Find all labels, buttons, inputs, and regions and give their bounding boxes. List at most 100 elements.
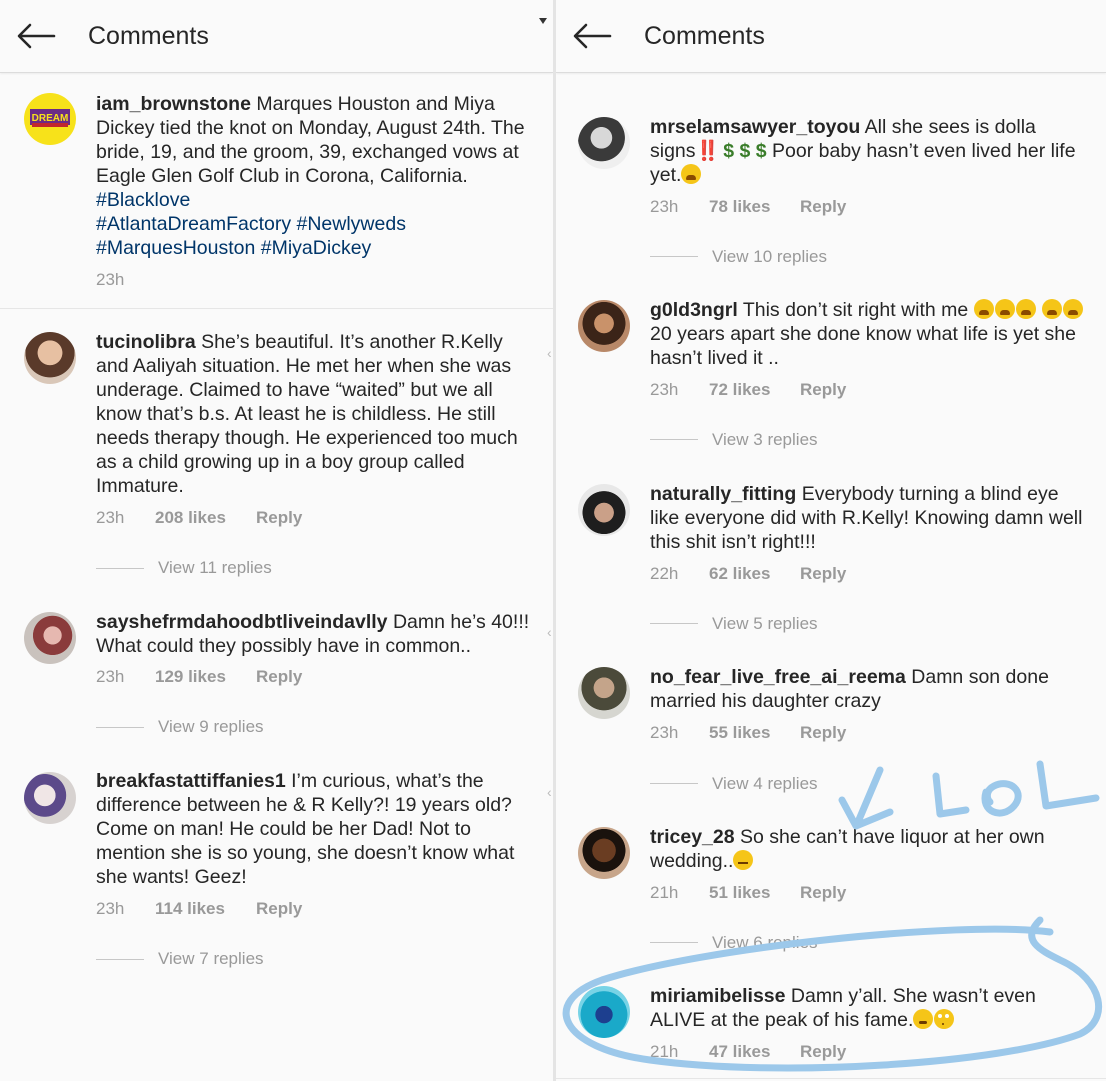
tired-face-emoji [994,299,1015,319]
hashtag-link[interactable]: #MiyaDickey [261,237,372,259]
comment-body: This don’t sit right with me [742,299,969,321]
comment-body-continued: 20 years apart she done know what life i… [650,323,1076,369]
timestamp: 23h [96,508,125,527]
likes-count[interactable]: 208 likes [155,508,226,528]
comment-text: sayshefrmdahoodbtliveindavlly Damn he’s … [96,610,536,658]
view-replies-line [96,568,144,569]
timestamp: 23h [650,723,679,742]
username[interactable]: no_fear_live_free_ai_reema [650,666,906,688]
timestamp: 23h [650,380,679,399]
flushed-face-emoji [934,1009,955,1029]
header-bar: Comments [0,0,553,73]
brand-logo-icon: DREAM [30,109,70,127]
view-replies-button[interactable]: View 5 replies [712,614,818,634]
likes-count[interactable]: 62 likes [709,564,770,584]
view-replies-button[interactable]: View 4 replies [712,774,818,794]
comment-body: She’s beautiful. It’s another R.Kelly an… [96,331,518,497]
like-heart-icon[interactable]: ‹ [547,784,552,800]
reply-button[interactable]: Reply [800,380,846,400]
avatar[interactable] [578,986,630,1038]
avatar[interactable] [578,827,630,879]
avatar[interactable] [24,772,76,824]
view-replies-line [96,727,144,728]
view-replies-line [650,942,698,943]
view-replies-button[interactable]: View 6 replies [712,933,818,953]
hashtag-link[interactable]: #Blacklove [96,189,190,211]
like-heart-icon[interactable]: ‹ [547,345,552,361]
username[interactable]: naturally_fitting [650,483,796,505]
likes-count[interactable]: 51 likes [709,883,770,903]
view-replies-button[interactable]: View 7 replies [158,949,264,969]
comment-text: tricey_28 So she can’t have liquor at he… [650,825,1090,873]
likes-count[interactable]: 72 likes [709,380,770,400]
double-exclamation-emoji: ‼️ [695,140,720,162]
divider [0,308,553,309]
username[interactable]: tucinolibra [96,331,196,353]
tired-face-emoji [1015,299,1036,319]
username[interactable]: tricey_28 [650,826,735,848]
likes-count[interactable]: 55 likes [709,723,770,743]
avatar[interactable] [578,484,630,536]
comment-text: breakfastattiffanies1 I’m curious, what’… [96,769,536,889]
header-bar: Comments [556,0,1106,73]
view-replies-button[interactable]: View 9 replies [158,717,264,737]
username[interactable]: breakfastattiffanies1 [96,770,286,792]
tired-face-emoji [973,299,994,319]
reply-button[interactable]: Reply [800,197,846,217]
reply-button[interactable]: Reply [256,508,302,528]
avatar-logo-text: DREAM [32,113,69,124]
tired-face-emoji [1042,299,1063,319]
hashtag-link[interactable]: #AtlantaDreamFactory [96,213,291,235]
view-replies-line [650,439,698,440]
username[interactable]: miriamibelisse [650,985,786,1007]
timestamp: 22h [650,564,679,583]
likes-count[interactable]: 129 likes [155,667,226,687]
comment-text: tucinolibra She’s beautiful. It’s anothe… [96,330,536,498]
avatar[interactable] [24,332,76,384]
reply-button[interactable]: Reply [256,667,302,687]
username[interactable]: mrselamsawyer_toyou [650,116,860,138]
reply-button[interactable]: Reply [800,564,846,584]
back-arrow-icon[interactable] [572,20,612,52]
likes-count[interactable]: 78 likes [709,197,770,217]
comment-text: mrselamsawyer_toyou All she sees is doll… [650,115,1090,187]
comment-text: miriamibelisse Damn y’all. She wasn’t ev… [650,984,1090,1032]
tired-face-emoji [681,164,702,184]
comment-text: g0ld3ngrl This don’t sit right with me 2… [650,298,1090,370]
comments-panel-right: Comments mrselamsawyer_toyou All she see… [556,0,1106,1081]
timestamp: 21h [650,1042,679,1061]
avatar[interactable] [24,612,76,664]
likes-count[interactable]: 47 likes [709,1042,770,1062]
timestamp: 23h [650,197,679,216]
avatar[interactable] [578,667,630,719]
page-title: Comments [644,22,765,50]
smirking-face-emoji [913,1009,934,1029]
menu-indicator-icon [539,18,547,24]
timestamp: 23h [96,899,125,918]
view-replies-button[interactable]: View 3 replies [712,430,818,450]
grimacing-face-emoji [733,850,754,870]
view-replies-button[interactable]: View 10 replies [712,247,827,267]
timestamp: 23h [96,667,125,686]
comment-text: no_fear_live_free_ai_reema Damn son done… [650,665,1090,713]
avatar[interactable] [578,300,630,352]
likes-count[interactable]: 114 likes [155,899,225,919]
reply-button[interactable]: Reply [256,899,302,919]
username[interactable]: g0ld3ngrl [650,299,738,321]
hashtag-link[interactable]: #MarquesHouston [96,237,255,259]
view-replies-button[interactable]: View 11 replies [158,558,272,578]
reply-button[interactable]: Reply [800,1042,846,1062]
back-arrow-icon[interactable] [16,20,56,52]
view-replies-line [96,959,144,960]
avatar[interactable]: DREAM [24,93,76,145]
avatar[interactable] [578,117,630,169]
page-title: Comments [88,22,209,50]
reply-button[interactable]: Reply [800,723,846,743]
username[interactable]: iam_brownstone [96,93,251,115]
reply-button[interactable]: Reply [800,883,846,903]
view-replies-line [650,623,698,624]
hashtag-link[interactable]: #Newlyweds [297,213,406,235]
tired-face-emoji [1063,299,1084,319]
like-heart-icon[interactable]: ‹ [547,624,552,640]
username[interactable]: sayshefrmdahoodbtliveindavlly [96,611,388,633]
